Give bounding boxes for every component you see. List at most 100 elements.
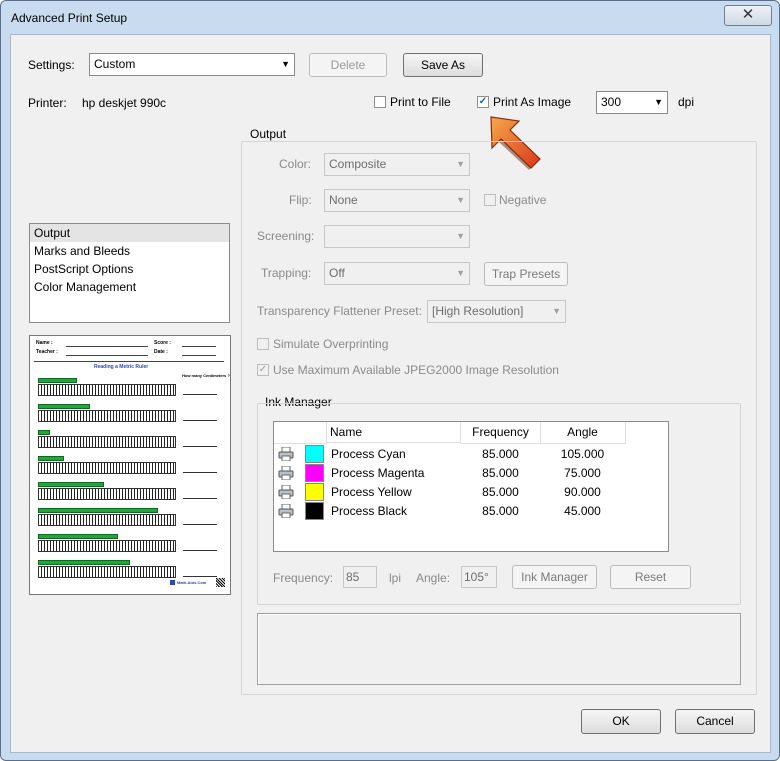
ink-row[interactable]: Process Magenta 85.000 75.000 (274, 464, 668, 483)
preview-question: How many Centimeters ? (182, 373, 230, 378)
sidebar-item-postscript-options[interactable]: PostScript Options (30, 260, 229, 278)
preview-teacher-line (66, 355, 148, 356)
advanced-print-setup-window: Advanced Print Setup ✕ Settings: Custom … (0, 0, 780, 761)
printer-label: Printer: (28, 96, 67, 110)
screening-select[interactable]: ▼ (324, 225, 470, 248)
preview-date-label: Date : (154, 349, 168, 355)
ink-name: Process Magenta (331, 466, 425, 480)
ink-frequency: 85.000 (482, 485, 519, 499)
dpi-value: 300 (601, 95, 622, 109)
ink-row[interactable]: Process Black 85.000 45.000 (274, 502, 668, 521)
dpi-select[interactable]: 300 ▼ (596, 91, 668, 114)
simulate-overprinting-checkbox[interactable] (257, 338, 269, 350)
printer-icon[interactable] (278, 485, 294, 499)
flip-label: Flip: (289, 193, 312, 207)
title-bar: Advanced Print Setup ✕ (1, 1, 779, 33)
flattener-preset-value: [High Resolution] (432, 304, 524, 318)
settings-value: Custom (94, 57, 136, 71)
close-button[interactable]: ✕ (724, 5, 772, 26)
ink-table-header-angle[interactable]: Angle (540, 422, 626, 444)
preview-answer-line (183, 446, 217, 447)
sidebar-item-marks-and-bleeds[interactable]: Marks and Bleeds (30, 242, 229, 260)
reset-button[interactable]: Reset (610, 565, 691, 589)
window-title: Advanced Print Setup (11, 11, 128, 25)
settings-label: Settings: (28, 58, 75, 72)
angle-label: Angle: (416, 571, 451, 585)
preview-measure-bar (38, 534, 118, 539)
flip-select[interactable]: None ▼ (324, 189, 470, 212)
preview-answer-line (183, 498, 217, 499)
preview-ruler (38, 462, 176, 474)
flip-value: None (329, 193, 358, 207)
delete-button[interactable]: Delete (309, 53, 387, 77)
ink-angle: 90.000 (564, 485, 601, 499)
sidebar-item-output[interactable]: Output (30, 224, 229, 242)
lpi-label: lpi (389, 571, 402, 585)
chevron-down-icon: ▼ (456, 231, 465, 241)
angle-input[interactable]: 105° (461, 566, 497, 588)
preview-ruler (38, 488, 176, 500)
save-as-button[interactable]: Save As (403, 53, 483, 77)
ink-frequency: 85.000 (482, 504, 519, 518)
preview-score-line (182, 346, 216, 347)
printer-name: hp deskjet 990c (82, 96, 167, 110)
print-to-file-checkbox[interactable] (374, 96, 386, 108)
trap-presets-button[interactable]: Trap Presets (484, 262, 568, 286)
preview-measure-bar (38, 456, 64, 461)
magenta-swatch (305, 464, 324, 482)
preview-answer-line (183, 472, 217, 473)
black-swatch (305, 502, 324, 520)
preview-score-label: Score : (154, 340, 171, 346)
chevron-down-icon: ▼ (552, 306, 561, 316)
printer-icon[interactable] (278, 447, 294, 461)
frequency-input[interactable]: 85 (343, 566, 377, 588)
category-list: Output Marks and Bleeds PostScript Optio… (29, 223, 230, 323)
preview-measure-bar (38, 508, 158, 513)
dpi-unit-label: dpi (678, 95, 695, 109)
max-jpeg2000-label: Use Maximum Available JPEG2000 Image Res… (273, 363, 559, 377)
trapping-label: Trapping: (261, 266, 312, 280)
preview-ruler (38, 436, 176, 448)
ink-name: Process Black (331, 504, 408, 518)
preview-measure-bar (38, 560, 130, 565)
output-section-title: Output (250, 127, 287, 141)
qr-code-icon (216, 578, 225, 587)
ink-manager-button[interactable]: Ink Manager (512, 565, 597, 589)
ok-button[interactable]: OK (581, 709, 661, 734)
chevron-down-icon: ▼ (456, 268, 465, 278)
preview-measure-bar (38, 404, 90, 409)
preview-name-label: Name : (36, 340, 53, 346)
negative-checkbox[interactable] (484, 194, 496, 206)
simulate-overprinting-label: Simulate Overprinting (273, 337, 389, 351)
color-value: Composite (329, 157, 387, 171)
preview-measure-bar (38, 482, 104, 487)
ink-angle: 105.000 (560, 447, 605, 461)
settings-select[interactable]: Custom ▼ (89, 53, 295, 76)
description-area (257, 613, 741, 685)
color-select[interactable]: Composite ▼ (324, 153, 470, 176)
flattener-preset-select[interactable]: [High Resolution] ▼ (427, 300, 566, 323)
ink-row[interactable]: Process Cyan 85.000 105.000 (274, 445, 668, 464)
screening-label: Screening: (257, 229, 315, 243)
logo-icon (170, 580, 175, 585)
ink-row[interactable]: Process Yellow 85.000 90.000 (274, 483, 668, 502)
trapping-select[interactable]: Off ▼ (324, 262, 470, 285)
negative-label: Negative (499, 193, 547, 207)
print-as-image-checkbox[interactable]: ✓ (477, 96, 489, 108)
chevron-down-icon: ▼ (281, 59, 290, 69)
yellow-swatch (305, 483, 324, 501)
max-jpeg2000-checkbox[interactable]: ✓ (257, 364, 269, 376)
ink-table-header-blank (274, 422, 327, 444)
printer-icon[interactable] (278, 466, 294, 480)
print-to-file-label: Print to File (390, 95, 451, 109)
ink-angle: 75.000 (564, 466, 601, 480)
chevron-down-icon: ▼ (654, 97, 663, 107)
cancel-button[interactable]: Cancel (675, 709, 755, 734)
ink-name: Process Cyan (331, 447, 406, 461)
ink-table-header-frequency[interactable]: Frequency (461, 422, 541, 444)
printer-icon[interactable] (278, 504, 294, 518)
ink-name: Process Yellow (331, 485, 412, 499)
preview-measure-bar (38, 378, 77, 383)
sidebar-item-color-management[interactable]: Color Management (30, 278, 229, 296)
ink-table-header-name[interactable]: Name (326, 422, 461, 443)
